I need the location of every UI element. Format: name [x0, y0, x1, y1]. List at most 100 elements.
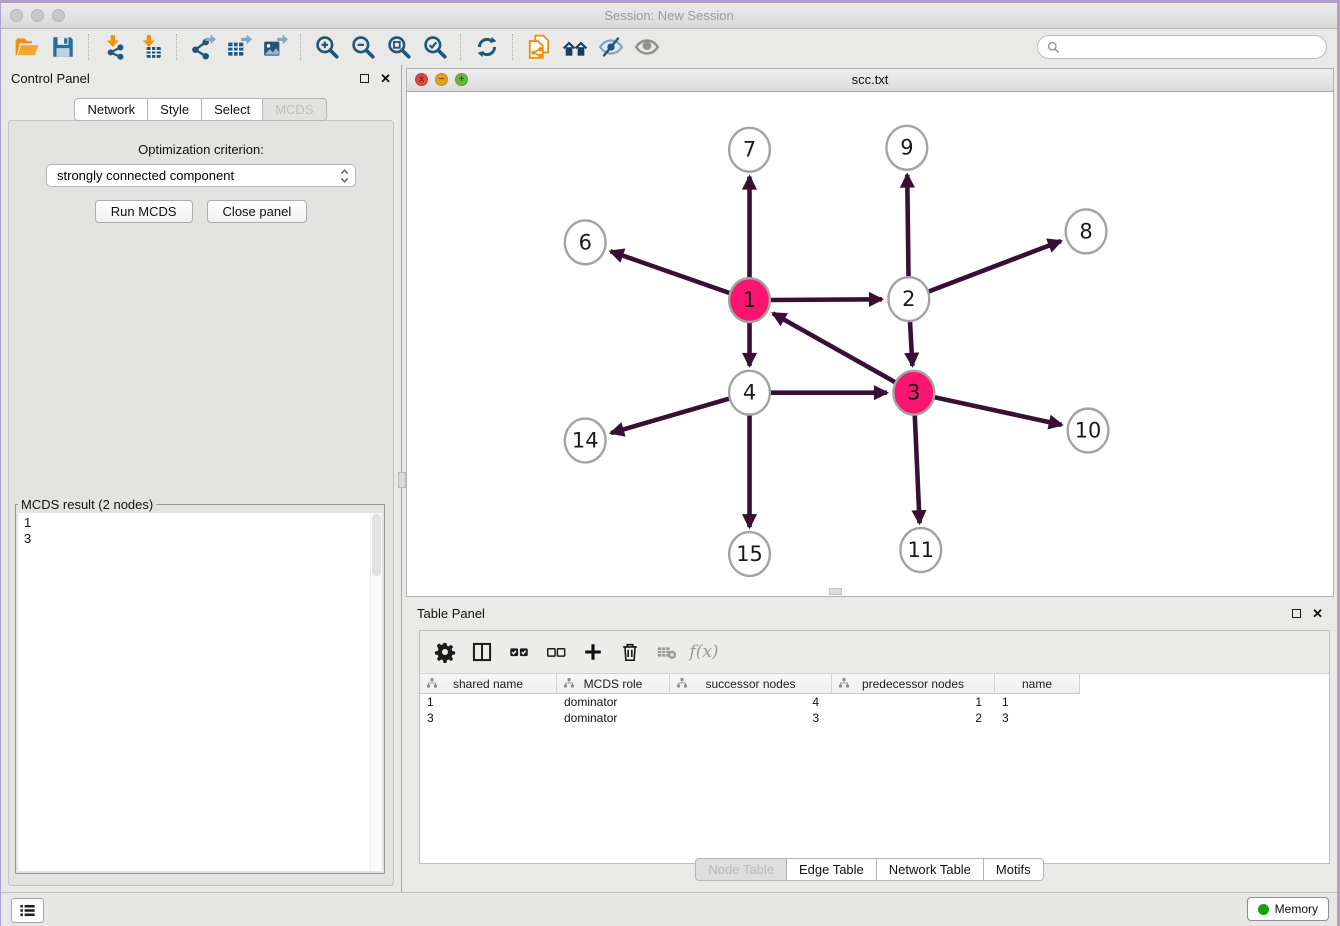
mcds-result-text[interactable]: 13 [18, 513, 382, 871]
column-header-MCDS-role[interactable]: MCDS role [557, 674, 670, 693]
cell-MCDS-role[interactable]: dominator [557, 695, 670, 709]
main-toolbar [1, 29, 1337, 66]
show-hidden-button [629, 32, 665, 62]
cell-successor-nodes[interactable]: 3 [670, 711, 832, 725]
tab-style[interactable]: Style [147, 98, 202, 121]
mcds-result-line: 3 [18, 531, 382, 547]
mcds-panel: Optimization criterion: strongly connect… [8, 120, 394, 886]
network-view[interactable]: 7 9 6 8 1 2 4 3 14 10 15 11 [407, 92, 1333, 596]
deselect-all-rows-button[interactable] [541, 637, 571, 667]
node-4[interactable]: 4 [729, 371, 770, 415]
memory-button[interactable]: Memory [1247, 897, 1329, 921]
toggle-panel-layout-button[interactable] [467, 637, 497, 667]
task-history-button[interactable] [11, 898, 44, 923]
create-column-button[interactable] [578, 637, 608, 667]
close-panel-button[interactable]: Close panel [207, 200, 308, 223]
zoom-in-button[interactable] [309, 32, 345, 62]
horizontal-splitter-handle[interactable] [829, 588, 842, 595]
edge-1-6[interactable] [611, 251, 730, 293]
cell-MCDS-role[interactable]: dominator [557, 711, 670, 725]
zoom-selected-button[interactable] [417, 32, 453, 62]
edge-3-10[interactable] [934, 397, 1062, 425]
result-scrollbar[interactable] [370, 513, 382, 871]
zoom-fit-icon [386, 34, 412, 60]
cell-shared-name[interactable]: 1 [420, 695, 557, 709]
export-table-button[interactable] [221, 32, 257, 62]
edge-2-8[interactable] [928, 241, 1061, 292]
refresh-view-button[interactable] [469, 32, 505, 62]
cell-successor-nodes[interactable]: 4 [670, 695, 832, 709]
node-8[interactable]: 8 [1066, 209, 1107, 253]
close-panel-icon[interactable]: ✕ [380, 73, 391, 84]
criterion-select[interactable]: strongly connected component [46, 164, 356, 187]
table-settings-button[interactable] [430, 637, 460, 667]
cell-predecessor-nodes[interactable]: 1 [832, 695, 995, 709]
network-window: x − + scc.txt 7968124314101511 [407, 69, 1333, 596]
edge-2-3[interactable] [910, 320, 912, 366]
edge-1-2[interactable] [770, 299, 882, 300]
tab-network-table[interactable]: Network Table [876, 858, 984, 881]
column-header-successor-nodes[interactable]: successor nodes [670, 674, 832, 693]
close-table-panel-icon[interactable]: ✕ [1312, 608, 1323, 619]
table-rows: 1dominator4113dominator323 [420, 694, 1329, 726]
column-header-predecessor-nodes[interactable]: predecessor nodes [832, 674, 995, 693]
zoom-out-button[interactable] [345, 32, 381, 62]
column-header-shared-name[interactable]: shared name [420, 674, 557, 693]
tab-select[interactable]: Select [201, 98, 263, 121]
node-3[interactable]: 3 [893, 371, 934, 415]
network-close-button[interactable]: x [415, 73, 428, 86]
table-row[interactable]: 3dominator323 [420, 710, 1329, 726]
tab-node-table[interactable]: Node Table [695, 858, 787, 881]
search-input[interactable] [1065, 39, 1318, 56]
tab-mcds[interactable]: MCDS [262, 98, 326, 121]
tab-motifs[interactable]: Motifs [983, 858, 1044, 881]
import-table-button[interactable] [133, 32, 169, 62]
edge-3-11[interactable] [915, 414, 920, 524]
hide-selected-button[interactable] [593, 32, 629, 62]
cell-name[interactable]: 1 [995, 695, 1079, 709]
column-header-name[interactable]: name [995, 674, 1079, 693]
tab-network[interactable]: Network [74, 98, 148, 121]
vertical-splitter-handle[interactable] [398, 472, 406, 488]
node-11[interactable]: 11 [900, 528, 941, 572]
node-label: 8 [1079, 219, 1092, 243]
cell-predecessor-nodes[interactable]: 2 [832, 711, 995, 725]
cell-name[interactable]: 3 [995, 711, 1079, 725]
node-1[interactable]: 1 [729, 278, 770, 322]
tab-edge-table[interactable]: Edge Table [786, 858, 877, 881]
node-15[interactable]: 15 [729, 532, 770, 576]
network-maximize-button[interactable]: + [455, 73, 468, 86]
save-session-button[interactable] [45, 32, 81, 62]
minimize-window-button[interactable] [31, 9, 44, 22]
edge-4-14[interactable] [611, 399, 729, 433]
float-panel-icon[interactable] [360, 74, 369, 83]
edge-3-1[interactable] [773, 313, 896, 382]
node-10[interactable]: 10 [1068, 409, 1109, 453]
first-neighbors-button[interactable] [557, 32, 593, 62]
delete-column-button[interactable] [615, 637, 645, 667]
node-6[interactable]: 6 [565, 220, 606, 264]
export-network-button[interactable] [185, 32, 221, 62]
node-9[interactable]: 9 [886, 126, 927, 170]
run-mcds-button[interactable]: Run MCDS [95, 200, 193, 223]
control-panel-title: Control Panel [1, 65, 401, 93]
search-field[interactable] [1037, 35, 1327, 59]
close-window-button[interactable] [10, 9, 23, 22]
open-session-button[interactable] [9, 32, 45, 62]
float-table-panel-icon[interactable] [1292, 609, 1301, 618]
edge-2-9[interactable] [907, 175, 908, 279]
new-network-from-selection-button[interactable] [521, 32, 557, 62]
node-2[interactable]: 2 [888, 277, 929, 321]
table-row[interactable]: 1dominator411 [420, 694, 1329, 710]
select-all-rows-button[interactable] [504, 637, 534, 667]
result-scroll-thumb[interactable] [372, 514, 381, 576]
export-image-button[interactable] [257, 32, 293, 62]
table-header-row: shared nameMCDS rolesuccessor nodesprede… [420, 674, 1080, 694]
zoom-fit-button[interactable] [381, 32, 417, 62]
network-minimize-button[interactable]: − [435, 73, 448, 86]
node-7[interactable]: 7 [729, 128, 770, 172]
node-14[interactable]: 14 [565, 419, 606, 463]
cell-shared-name[interactable]: 3 [420, 711, 557, 725]
zoom-window-button[interactable] [52, 9, 65, 22]
import-network-button[interactable] [97, 32, 133, 62]
